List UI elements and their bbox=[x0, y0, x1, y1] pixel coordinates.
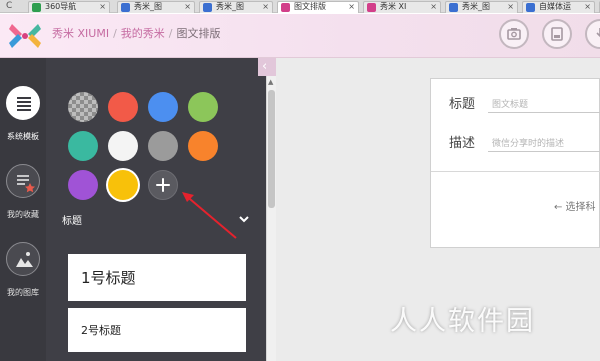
tab-close-icon[interactable]: × bbox=[584, 2, 591, 12]
title-label: 标题 bbox=[449, 97, 476, 112]
sidebar-item-system-templates[interactable]: 系统模板 bbox=[0, 82, 46, 152]
tab-favicon-icon bbox=[32, 3, 41, 12]
tab-favicon-icon bbox=[367, 3, 376, 12]
color-swatch[interactable] bbox=[148, 131, 178, 161]
browser-tab-strip: C 360导航×秀米_图×秀米_图×图文排版×秀米 XI×秀米_图×自媒体运×自… bbox=[0, 0, 600, 13]
add-color-button[interactable] bbox=[148, 170, 178, 200]
tab-label: 360导航 bbox=[45, 2, 77, 11]
browser-tab[interactable]: 秀米_图 × bbox=[117, 1, 195, 13]
sidebar-item-label: 我的图库 bbox=[7, 288, 39, 298]
sidebar-item-label: 我的收藏 bbox=[7, 210, 39, 220]
tab-close-icon[interactable]: × bbox=[99, 2, 106, 12]
sidebar-item-gallery[interactable]: 我的图库 bbox=[0, 238, 46, 308]
tab-label: 秀米_图 bbox=[134, 2, 162, 11]
breadcrumb-separator: / bbox=[168, 27, 173, 40]
browser-tab[interactable]: 图文排版 × bbox=[277, 1, 359, 13]
color-swatch[interactable] bbox=[108, 131, 138, 161]
color-swatch[interactable] bbox=[108, 92, 138, 122]
description-label: 描述 bbox=[449, 136, 476, 151]
template-item-label: 1号标题 bbox=[81, 269, 136, 287]
color-swatch[interactable] bbox=[68, 131, 98, 161]
app-window: C 360导航×秀米_图×秀米_图×图文排版×秀米 XI×秀米_图×自媒体运×自… bbox=[0, 0, 600, 361]
preview-button[interactable] bbox=[499, 19, 529, 49]
sidebar-item-favorites[interactable]: 我的收藏 bbox=[0, 160, 46, 230]
browser-tab[interactable]: 秀米 XI × bbox=[363, 1, 441, 13]
tab-close-icon[interactable]: × bbox=[507, 2, 514, 12]
browser-tab[interactable]: 自媒体运 × bbox=[522, 1, 595, 13]
collapse-panel-button[interactable]: ‹ bbox=[258, 58, 276, 76]
export-icon bbox=[596, 28, 600, 38]
preview-icon bbox=[507, 28, 521, 40]
tab-favicon-icon bbox=[281, 3, 290, 12]
description-input[interactable] bbox=[488, 136, 600, 152]
color-swatch[interactable] bbox=[108, 170, 138, 200]
tab-favicon-icon bbox=[121, 3, 130, 12]
gallery-icon bbox=[6, 242, 40, 276]
tab-label: 图文排版 bbox=[294, 2, 326, 11]
color-swatch[interactable] bbox=[148, 92, 178, 122]
chevron-left-icon: ‹ bbox=[262, 59, 268, 74]
breadcrumb-separator: / bbox=[113, 27, 117, 40]
template-item-heading-2[interactable]: 2号标题 bbox=[68, 308, 246, 352]
xiumi-logo-icon[interactable] bbox=[8, 21, 42, 51]
tab-label: 秀米_图 bbox=[216, 2, 244, 11]
tab-close-icon[interactable]: × bbox=[262, 2, 269, 12]
tab-label: 秀米 XI bbox=[380, 2, 407, 11]
export-button[interactable] bbox=[585, 19, 600, 49]
tab-close-icon[interactable]: × bbox=[184, 2, 191, 12]
browser-tab[interactable]: 秀米_图 × bbox=[199, 1, 273, 13]
browser-tab[interactable]: 秀米_图 × bbox=[445, 1, 518, 13]
template-item-heading-1[interactable]: 1号标题 bbox=[68, 254, 246, 301]
section-title: 标题 bbox=[62, 216, 82, 227]
favorites-icon bbox=[6, 164, 40, 198]
breadcrumb-brand-link[interactable]: 秀米 XIUMI bbox=[52, 27, 109, 40]
breadcrumb-my-xiumi-link[interactable]: 我的秀米 bbox=[121, 27, 165, 40]
tab-favicon-icon bbox=[526, 3, 535, 12]
refresh-icon[interactable]: C bbox=[6, 1, 12, 12]
tab-close-icon[interactable]: × bbox=[348, 2, 355, 12]
divider bbox=[431, 171, 600, 172]
save-icon bbox=[551, 27, 563, 41]
watermark: 人人软件园 bbox=[390, 306, 535, 337]
tab-close-icon[interactable]: × bbox=[430, 2, 437, 12]
left-sidebar: 系统模板 我的收藏 我的图库 bbox=[0, 58, 46, 361]
color-swatch[interactable] bbox=[68, 170, 98, 200]
panel-scrollbar[interactable]: ▲ bbox=[266, 76, 276, 361]
color-swatch-transparent[interactable] bbox=[68, 92, 98, 122]
color-swatch[interactable] bbox=[188, 92, 218, 122]
tab-favicon-icon bbox=[203, 3, 212, 12]
select-template-hint: ← 选择科 bbox=[554, 202, 596, 213]
color-swatch[interactable] bbox=[188, 131, 218, 161]
breadcrumb-current: 图文排版 bbox=[176, 27, 221, 40]
annotation-arrow-icon bbox=[182, 192, 237, 239]
scrollbar-thumb[interactable] bbox=[268, 90, 275, 208]
title-input[interactable] bbox=[488, 97, 600, 113]
template-item-label: 2号标题 bbox=[81, 324, 121, 337]
save-button[interactable] bbox=[542, 19, 572, 49]
browser-tab[interactable]: 360导航 × bbox=[28, 1, 110, 13]
app-header: 秀米 XIUMI / 我的秀米 / 图文排版 bbox=[0, 14, 600, 58]
tab-label: 自媒体运 bbox=[539, 2, 571, 11]
scroll-up-icon[interactable]: ▲ bbox=[268, 78, 273, 86]
tab-favicon-icon bbox=[449, 3, 458, 12]
breadcrumb: 秀米 XIUMI / 我的秀米 / 图文排版 bbox=[52, 27, 221, 41]
article-editor: 标题 描述 ← 选择科 bbox=[430, 78, 600, 248]
sidebar-item-label: 系统模板 bbox=[7, 132, 39, 142]
tab-label: 秀米_图 bbox=[462, 2, 490, 11]
template-list-icon bbox=[6, 86, 40, 120]
